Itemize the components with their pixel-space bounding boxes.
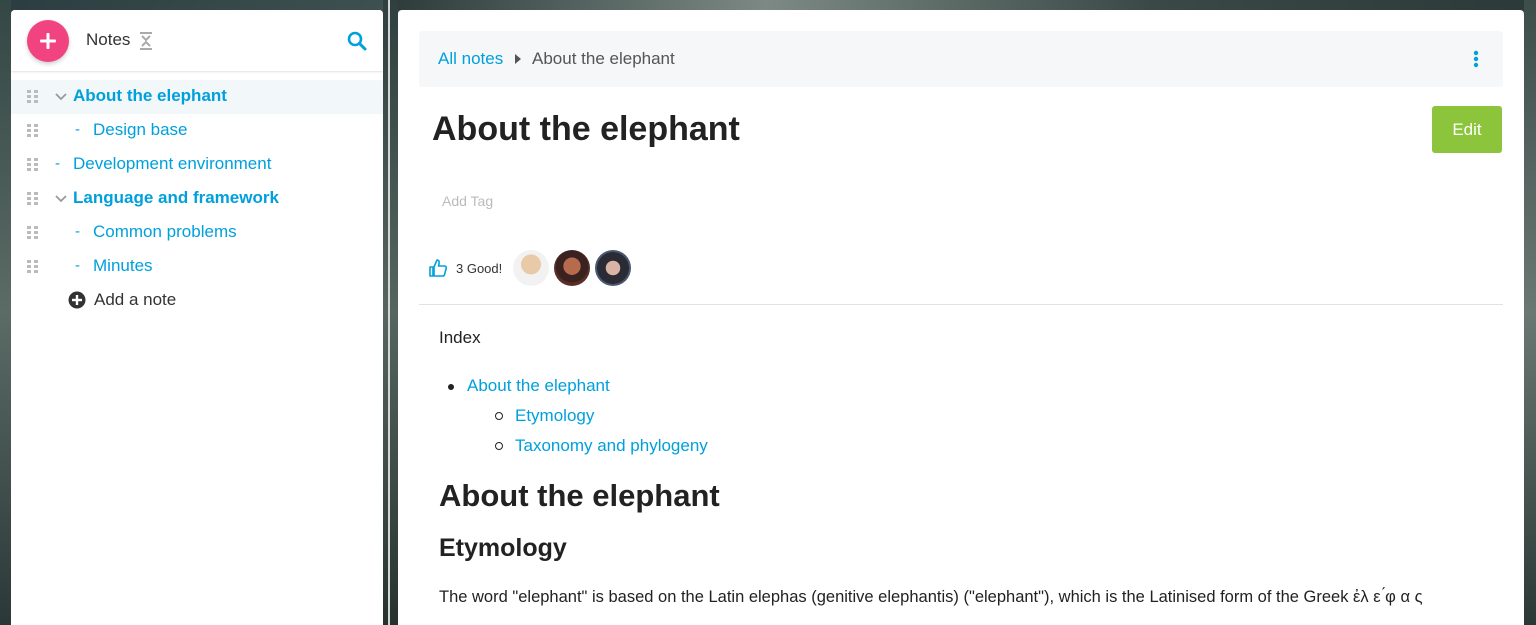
drag-handle-icon[interactable] [27, 260, 39, 274]
add-note-button[interactable]: Add a note [68, 290, 176, 310]
tree-item-label: Development environment [73, 154, 272, 173]
drag-handle-icon[interactable] [27, 226, 39, 240]
breadcrumb-current: About the elephant [532, 49, 675, 68]
avatar[interactable] [595, 250, 632, 286]
toc-link-about-the-elephant[interactable]: About the elephant [439, 376, 1499, 406]
plus-circle-icon [68, 291, 86, 309]
section-heading: About the elephant [439, 478, 720, 513]
chevron-down-icon[interactable] [55, 92, 67, 102]
background-top [383, 0, 1536, 10]
notes-sidebar: Notes About the elephant - Design base -… [11, 10, 383, 625]
note-content: Index About the elephant Etymology Taxon… [439, 328, 1499, 607]
tree-item-language-and-framework[interactable]: Language and framework [11, 182, 383, 216]
tree-item-label: About the elephant [73, 86, 227, 105]
tree-item-label: Common problems [93, 222, 237, 241]
sidebar-title: Notes [86, 30, 131, 49]
thumbs-up-icon[interactable] [428, 258, 448, 278]
new-note-button[interactable] [27, 20, 69, 62]
note-title: About the elephant [432, 110, 740, 148]
subsection-heading: Etymology [439, 534, 567, 562]
breadcrumb: All notes About the elephant [419, 31, 1503, 87]
tree-item-common-problems[interactable]: - Common problems [11, 216, 383, 250]
tree-dash: - [75, 257, 80, 274]
body-paragraph: The word "elephant" is based on the Lati… [439, 588, 1423, 606]
notes-tree: About the elephant - Design base - Devel… [11, 80, 383, 284]
tree-item-design-base[interactable]: - Design base [11, 114, 383, 148]
tree-dash: - [55, 155, 60, 172]
pane-splitter[interactable] [383, 0, 398, 625]
avatar[interactable] [513, 250, 550, 286]
tree-item-about-the-elephant[interactable]: About the elephant [11, 80, 383, 114]
breadcrumb-all-notes-link[interactable]: All notes [438, 49, 503, 69]
chevron-down-icon[interactable] [55, 194, 67, 204]
toc-link-taxonomy-and-phylogeny[interactable]: Taxonomy and phylogeny [439, 436, 1499, 466]
divider [419, 304, 1503, 305]
tree-dash: - [75, 223, 80, 240]
tree-item-label: Language and framework [73, 188, 279, 207]
index-label: Index [439, 328, 481, 347]
drag-handle-icon[interactable] [27, 90, 39, 104]
edit-button[interactable]: Edit [1432, 106, 1502, 153]
more-options-icon[interactable] [1472, 50, 1480, 68]
background-left [0, 0, 11, 625]
tree-item-development-environment[interactable]: - Development environment [11, 148, 383, 182]
note-view: All notes About the elephant About the e… [398, 10, 1524, 625]
plus-icon [40, 33, 56, 49]
collapse-all-icon[interactable] [139, 31, 153, 51]
drag-handle-icon[interactable] [27, 158, 39, 172]
tree-item-label: Design base [93, 120, 188, 139]
background-right [1524, 0, 1536, 625]
toc-link-etymology[interactable]: Etymology [439, 406, 1499, 436]
drag-handle-icon[interactable] [27, 192, 39, 206]
likes-bar: 3 Good! [428, 248, 632, 288]
sidebar-header: Notes [11, 10, 383, 71]
search-icon[interactable] [347, 31, 367, 51]
tree-item-minutes[interactable]: - Minutes [11, 250, 383, 284]
tree-dash: - [75, 121, 80, 138]
tree-item-label: Minutes [93, 256, 153, 275]
table-of-contents: About the elephant Etymology Taxonomy an… [439, 376, 1499, 466]
add-tag-input[interactable]: Add Tag [442, 193, 493, 209]
avatar[interactable] [554, 250, 591, 286]
like-count: 3 Good! [456, 260, 503, 276]
caret-right-icon [515, 54, 521, 64]
add-note-label: Add a note [94, 290, 177, 309]
drag-handle-icon[interactable] [27, 124, 39, 138]
